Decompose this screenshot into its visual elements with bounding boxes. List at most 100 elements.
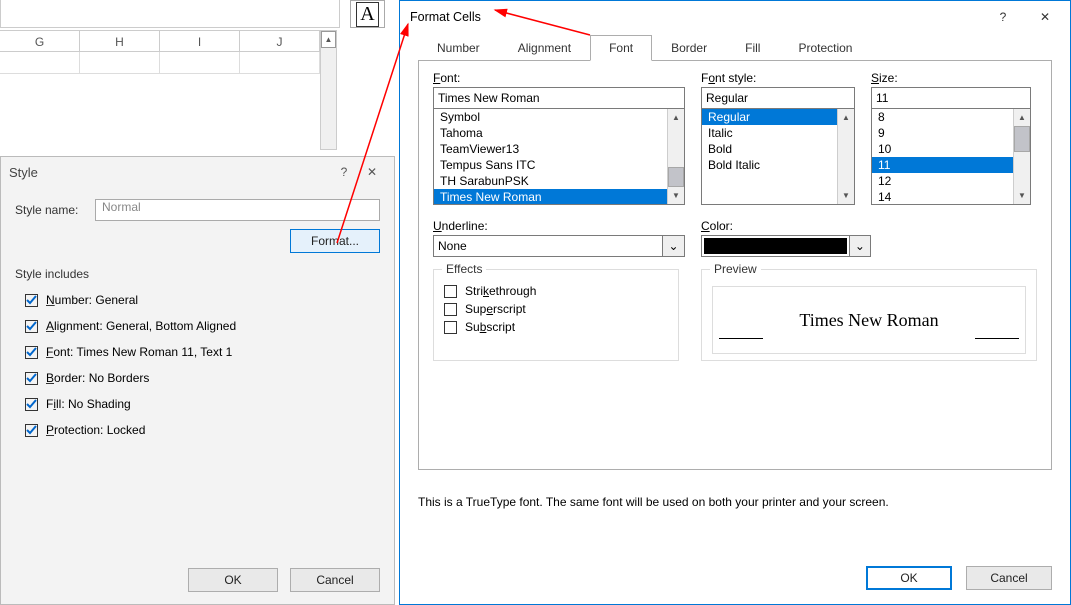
fc-cancel-button[interactable]: Cancel [966,566,1052,590]
checkbox-icon [444,303,457,316]
tab-font[interactable]: Font [590,35,652,61]
fc-ok-button[interactable]: OK [866,566,952,590]
effect-superscript[interactable]: Superscript [444,302,668,316]
cell[interactable] [80,52,160,74]
checkbox-checked-icon [25,320,38,333]
scroll-down-icon[interactable]: ▼ [838,187,854,204]
scroll-up-icon[interactable]: ▲ [321,31,336,48]
style-title-text: Style [9,165,330,180]
font-style-listbox[interactable]: Regular Italic Bold Bold Italic ▲ ▼ [701,109,855,205]
fc-title-text: Format Cells [410,10,982,24]
style-name-input[interactable]: Normal [95,199,380,221]
underline-dropdown[interactable]: None ⌄ [433,235,685,257]
sheet-scrollbar[interactable]: ▲ [320,30,337,150]
cell[interactable] [240,52,320,74]
close-icon[interactable]: ✕ [358,165,386,179]
column-headers: G H I J [0,30,320,52]
style-titlebar: Style ? ✕ [1,157,394,187]
style-includes-label: Style includes [15,267,380,281]
size-scrollbar[interactable]: ▲ ▼ [1013,109,1030,204]
include-fill[interactable]: Fill: No Shading [25,397,380,411]
col-header[interactable]: J [240,30,320,52]
font-option[interactable]: Tahoma [434,125,667,141]
include-number[interactable]: Number: General [25,293,380,307]
style-cancel-button[interactable]: Cancel [290,568,380,592]
style-option[interactable]: Bold [702,141,837,157]
chevron-down-icon[interactable]: ⌄ [663,235,685,257]
checkbox-checked-icon [25,372,38,385]
scroll-down-icon[interactable]: ▼ [1014,187,1030,204]
include-font[interactable]: Font: Times New Roman 11, Text 1 [25,345,380,359]
include-border[interactable]: Border: No Borders [25,371,380,385]
underline-label: Underline: [433,219,685,233]
style-ok-button[interactable]: OK [188,568,278,592]
col-header[interactable]: H [80,30,160,52]
font-style-input[interactable]: Regular [701,87,855,109]
font-listbox[interactable]: Symbol Tahoma TeamViewer13 Tempus Sans I… [433,109,685,205]
font-option[interactable]: Tempus Sans ITC [434,157,667,173]
effect-subscript[interactable]: Subscript [444,320,668,334]
sheet-row [0,52,320,74]
style-scrollbar[interactable]: ▲ ▼ [837,109,854,204]
fc-tabs: Number Alignment Font Border Fill Protec… [418,35,1070,61]
fc-help-icon[interactable]: ? [982,3,1024,31]
include-protection[interactable]: Protection: Locked [25,423,380,437]
size-option[interactable]: 10 [872,141,1013,157]
size-option[interactable]: 9 [872,125,1013,141]
checkbox-icon [444,285,457,298]
cell[interactable] [160,52,240,74]
help-icon[interactable]: ? [330,165,358,179]
checkbox-icon [444,321,457,334]
tab-number[interactable]: Number [418,35,499,61]
size-option-selected[interactable]: 11 [872,157,1013,173]
scroll-up-icon[interactable]: ▲ [1014,109,1030,126]
scroll-thumb[interactable] [1014,126,1030,152]
font-label: Font: [433,71,685,85]
style-option[interactable]: Bold Italic [702,157,837,173]
effect-strikethrough[interactable]: Strikethrough [444,284,668,298]
size-option[interactable]: 12 [872,173,1013,189]
scroll-up-icon[interactable]: ▲ [838,109,854,126]
tab-alignment[interactable]: Alignment [499,35,590,61]
style-option-selected[interactable]: Regular [702,109,837,125]
tab-border[interactable]: Border [652,35,726,61]
font-option[interactable]: Symbol [434,109,667,125]
col-header[interactable]: I [160,30,240,52]
checkbox-checked-icon [25,294,38,307]
font-option-selected[interactable]: Times New Roman [434,189,667,204]
effects-legend: Effects [442,262,486,276]
style-dialog: Style ? ✕ Style name: Normal Format... S… [0,156,395,605]
font-info-text: This is a TrueType font. The same font w… [418,495,1052,509]
size-listbox[interactable]: 8 9 10 11 12 14 ▲ ▼ [871,109,1031,205]
checkbox-checked-icon [25,398,38,411]
chevron-down-icon[interactable]: ⌄ [850,235,871,257]
checkbox-checked-icon [25,346,38,359]
size-option[interactable]: 8 [872,109,1013,125]
cell[interactable] [0,52,80,74]
color-swatch [704,238,847,254]
fc-close-icon[interactable]: ✕ [1024,3,1066,31]
fc-font-panel: Font: Times New Roman Symbol Tahoma Team… [418,60,1052,470]
font-input[interactable]: Times New Roman [433,87,685,109]
size-input[interactable]: 11 [871,87,1031,109]
tab-fill[interactable]: Fill [726,35,779,61]
style-option[interactable]: Italic [702,125,837,141]
col-header[interactable]: G [0,30,80,52]
scroll-up-icon[interactable]: ▲ [668,109,684,126]
font-option[interactable]: TH SarabunPSK [434,173,667,189]
font-scrollbar[interactable]: ▲ ▼ [667,109,684,204]
tab-protection[interactable]: Protection [779,35,871,61]
font-preview-glyph: A [350,0,385,28]
preview-text: Times New Roman [799,310,938,331]
scroll-thumb[interactable] [668,167,684,187]
format-cells-dialog: Format Cells ? ✕ Number Alignment Font B… [399,0,1071,605]
format-button[interactable]: Format... [290,229,380,253]
size-label: Size: [871,71,1031,85]
preview-box: Times New Roman [712,286,1026,354]
include-alignment[interactable]: Alignment: General, Bottom Aligned [25,319,380,333]
scroll-down-icon[interactable]: ▼ [668,187,684,204]
color-dropdown[interactable] [701,235,850,257]
preview-legend: Preview [710,262,761,276]
size-option[interactable]: 14 [872,189,1013,204]
font-option[interactable]: TeamViewer13 [434,141,667,157]
